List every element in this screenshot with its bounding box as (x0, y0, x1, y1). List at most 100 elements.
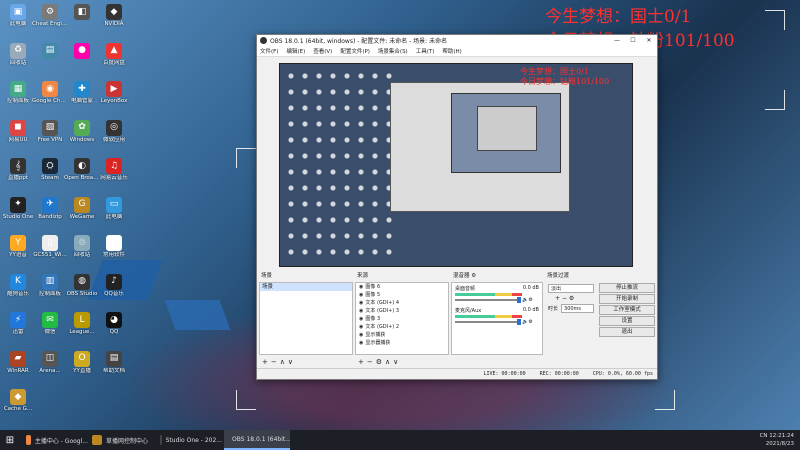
desktop-icon[interactable]: ▦ 控制面板 (0, 81, 36, 105)
remove-transition-icon[interactable]: − (562, 295, 567, 302)
visibility-icon[interactable]: ◉ (359, 307, 363, 315)
desktop-icon[interactable]: ◎ 微软应用 (96, 119, 132, 144)
clock-time[interactable]: 12:21:24 (769, 433, 794, 439)
start-button[interactable]: ⊞ (0, 430, 20, 450)
source-item[interactable]: ◉ 显示捕获 (356, 331, 448, 339)
visibility-icon[interactable]: ◉ (359, 315, 363, 323)
desktop-icon[interactable]: ▣ 此电脑 (0, 4, 36, 28)
minimize-icon[interactable]: — (609, 37, 625, 44)
desktop-icon[interactable]: ▭ 此电脑 (96, 196, 132, 221)
menu-scene-collection[interactable]: 场景集合(S) (378, 47, 408, 55)
start-record-button[interactable]: 开始录制 (599, 294, 655, 304)
mixer-settings-icon[interactable]: ⚙ (471, 273, 476, 279)
source-item[interactable]: ◉ 图像 6 (356, 283, 448, 291)
settings-button[interactable]: 设置 (599, 316, 655, 326)
desktop-icon[interactable]: ⛭ Steam (32, 158, 68, 182)
clock-date[interactable]: 2021/8/23 (760, 440, 794, 448)
volume-slider[interactable] (455, 318, 521, 325)
desktop-icon[interactable]: ▶ LeyonBox (96, 81, 132, 105)
visibility-icon[interactable]: ◉ (359, 299, 363, 307)
desktop-icon[interactable]: ✉ 微信 (32, 312, 68, 336)
scene-item[interactable]: 场景 (260, 283, 352, 291)
desktop-icon[interactable]: ▰ WinRAR (0, 350, 36, 375)
desktop-icon[interactable]: ♻ 回收站 (0, 42, 36, 67)
desktop-icon[interactable]: ◕ QQ (96, 312, 132, 336)
add-source-icon[interactable]: + (358, 358, 364, 366)
transition-settings-icon[interactable]: ⚙ (569, 295, 574, 302)
source-item[interactable]: ◉ 图像 5 (356, 291, 448, 299)
menu-profile[interactable]: 配置文件(P) (340, 47, 370, 55)
desktop-icon[interactable]: ◆ NVIDIA (96, 4, 132, 28)
transition-select[interactable]: 淡出 (548, 284, 594, 293)
menu-tools[interactable]: 工具(T) (416, 47, 435, 55)
desktop-icon[interactable]: ▯ 常用软件 (96, 235, 132, 259)
visibility-icon[interactable]: ◉ (359, 339, 363, 347)
desktop-icon[interactable]: ◐Open Broadcast... (64, 158, 100, 182)
desktop-icon[interactable]: ▥ 控制面板 (32, 273, 68, 298)
move-up-icon[interactable]: ∧ (280, 358, 285, 366)
visibility-icon[interactable]: ◉ (359, 291, 363, 299)
add-transition-icon[interactable]: + (555, 295, 560, 302)
visibility-icon[interactable]: ◉ (359, 323, 363, 331)
visibility-icon[interactable]: ◉ (359, 331, 363, 339)
menu-file[interactable]: 文件(F) (260, 47, 278, 55)
desktop-icon[interactable]: ▧ Free VPN (32, 119, 68, 144)
desktop-icon[interactable]: ♪ QQ音乐 (96, 273, 132, 298)
desktop-icon[interactable]: ♫ 网易云音乐 (96, 158, 132, 182)
taskbar-app[interactable]: 草播网控制中心 (88, 430, 154, 450)
desktop-icon[interactable]: ✚ 电脑管家 (64, 81, 100, 105)
move-down-icon[interactable]: ∨ (393, 358, 398, 366)
desktop-icon[interactable]: ▤ (32, 42, 68, 60)
desktop-icon[interactable]: ◍ OBS Studio (64, 273, 100, 298)
source-item[interactable]: ◉ 显示器捕获 (356, 339, 448, 347)
source-item[interactable]: ◉ 图像 3 (356, 315, 448, 323)
duration-input[interactable]: 300ms (561, 304, 594, 313)
input-method[interactable]: CN (760, 433, 768, 439)
desktop-icon[interactable]: ◧ (64, 4, 100, 21)
desktop-icon[interactable]: ● (64, 42, 100, 60)
desktop-icon[interactable]: ⚙ Cheat Engine (32, 4, 68, 28)
taskbar-app[interactable]: Studio One - 202... (156, 430, 222, 450)
taskbar-app[interactable]: 主播中心 - Googl... (22, 430, 88, 450)
channel-settings-icon[interactable]: ⚙ (528, 319, 532, 325)
source-item[interactable]: ◉ 文本 (GDI+) 4 (356, 299, 448, 307)
source-item[interactable]: ◉ 文本 (GDI+) 3 (356, 307, 448, 315)
move-up-icon[interactable]: ∧ (385, 358, 390, 366)
desktop-icon[interactable]: G WeGame (64, 196, 100, 221)
desktop-icon[interactable]: ▲ 百度网盘 (96, 42, 132, 67)
desktop-icon[interactable]: Y YY语音 (0, 235, 36, 259)
studio-mode-button[interactable]: 工作室模式 (599, 305, 655, 315)
source-settings-icon[interactable]: ⚙ (376, 358, 382, 366)
desktop-icon[interactable]: ▯ GC551_Wi... (32, 235, 68, 259)
desktop-icon[interactable]: ✦ Studio One (0, 196, 36, 221)
remove-source-icon[interactable]: − (367, 358, 373, 366)
volume-slider[interactable] (455, 296, 521, 303)
menu-view[interactable]: 查看(V) (313, 47, 332, 55)
remove-scene-icon[interactable]: − (271, 358, 277, 366)
desktop-icon[interactable]: L League... (64, 312, 100, 336)
desktop-icon[interactable]: ✈ Bandizip (32, 196, 68, 221)
desktop-icon[interactable]: ▤ 帮助文档 (96, 350, 132, 375)
desktop-icon[interactable]: K 酷狗音乐 (0, 273, 36, 298)
maximize-icon[interactable]: ☐ (625, 37, 641, 44)
menu-edit[interactable]: 编辑(E) (286, 47, 305, 55)
desktop-icon[interactable]: ◫ Arena... (32, 350, 68, 375)
add-scene-icon[interactable]: + (262, 358, 268, 366)
desktop-icon[interactable]: ✿ Windows (64, 119, 100, 144)
close-icon[interactable]: ✕ (641, 37, 657, 44)
desktop-icon[interactable]: O YY直播 (64, 350, 100, 375)
channel-settings-icon[interactable]: ⚙ (528, 297, 532, 303)
obs-titlebar[interactable]: OBS 18.0.1 (64bit, windows) - 配置文件: 未命名 … (257, 35, 657, 46)
obs-preview-canvas[interactable]: 今生梦想：国士0/1 今日梦想：钻粉101/100 (279, 63, 633, 267)
source-item[interactable]: ◉ 文本 (GDI+) 2 (356, 323, 448, 331)
desktop-icon[interactable]: 𝄞 直播ppt (0, 158, 36, 182)
taskbar-app[interactable]: OBS 18.0.1 (64bit... (224, 430, 290, 450)
stop-stream-button[interactable]: 停止推流 (599, 283, 655, 293)
desktop-icon[interactable]: ⚡ 迅雷 (0, 312, 36, 336)
desktop-icon[interactable]: ♲ 回收站 (64, 235, 100, 259)
desktop-icon[interactable]: ◼ 网易UU (0, 119, 36, 144)
menu-help[interactable]: 帮助(H) (442, 47, 461, 55)
desktop-icon[interactable]: ◆ Cache G... (0, 389, 36, 413)
move-down-icon[interactable]: ∨ (288, 358, 293, 366)
visibility-icon[interactable]: ◉ (359, 283, 363, 291)
